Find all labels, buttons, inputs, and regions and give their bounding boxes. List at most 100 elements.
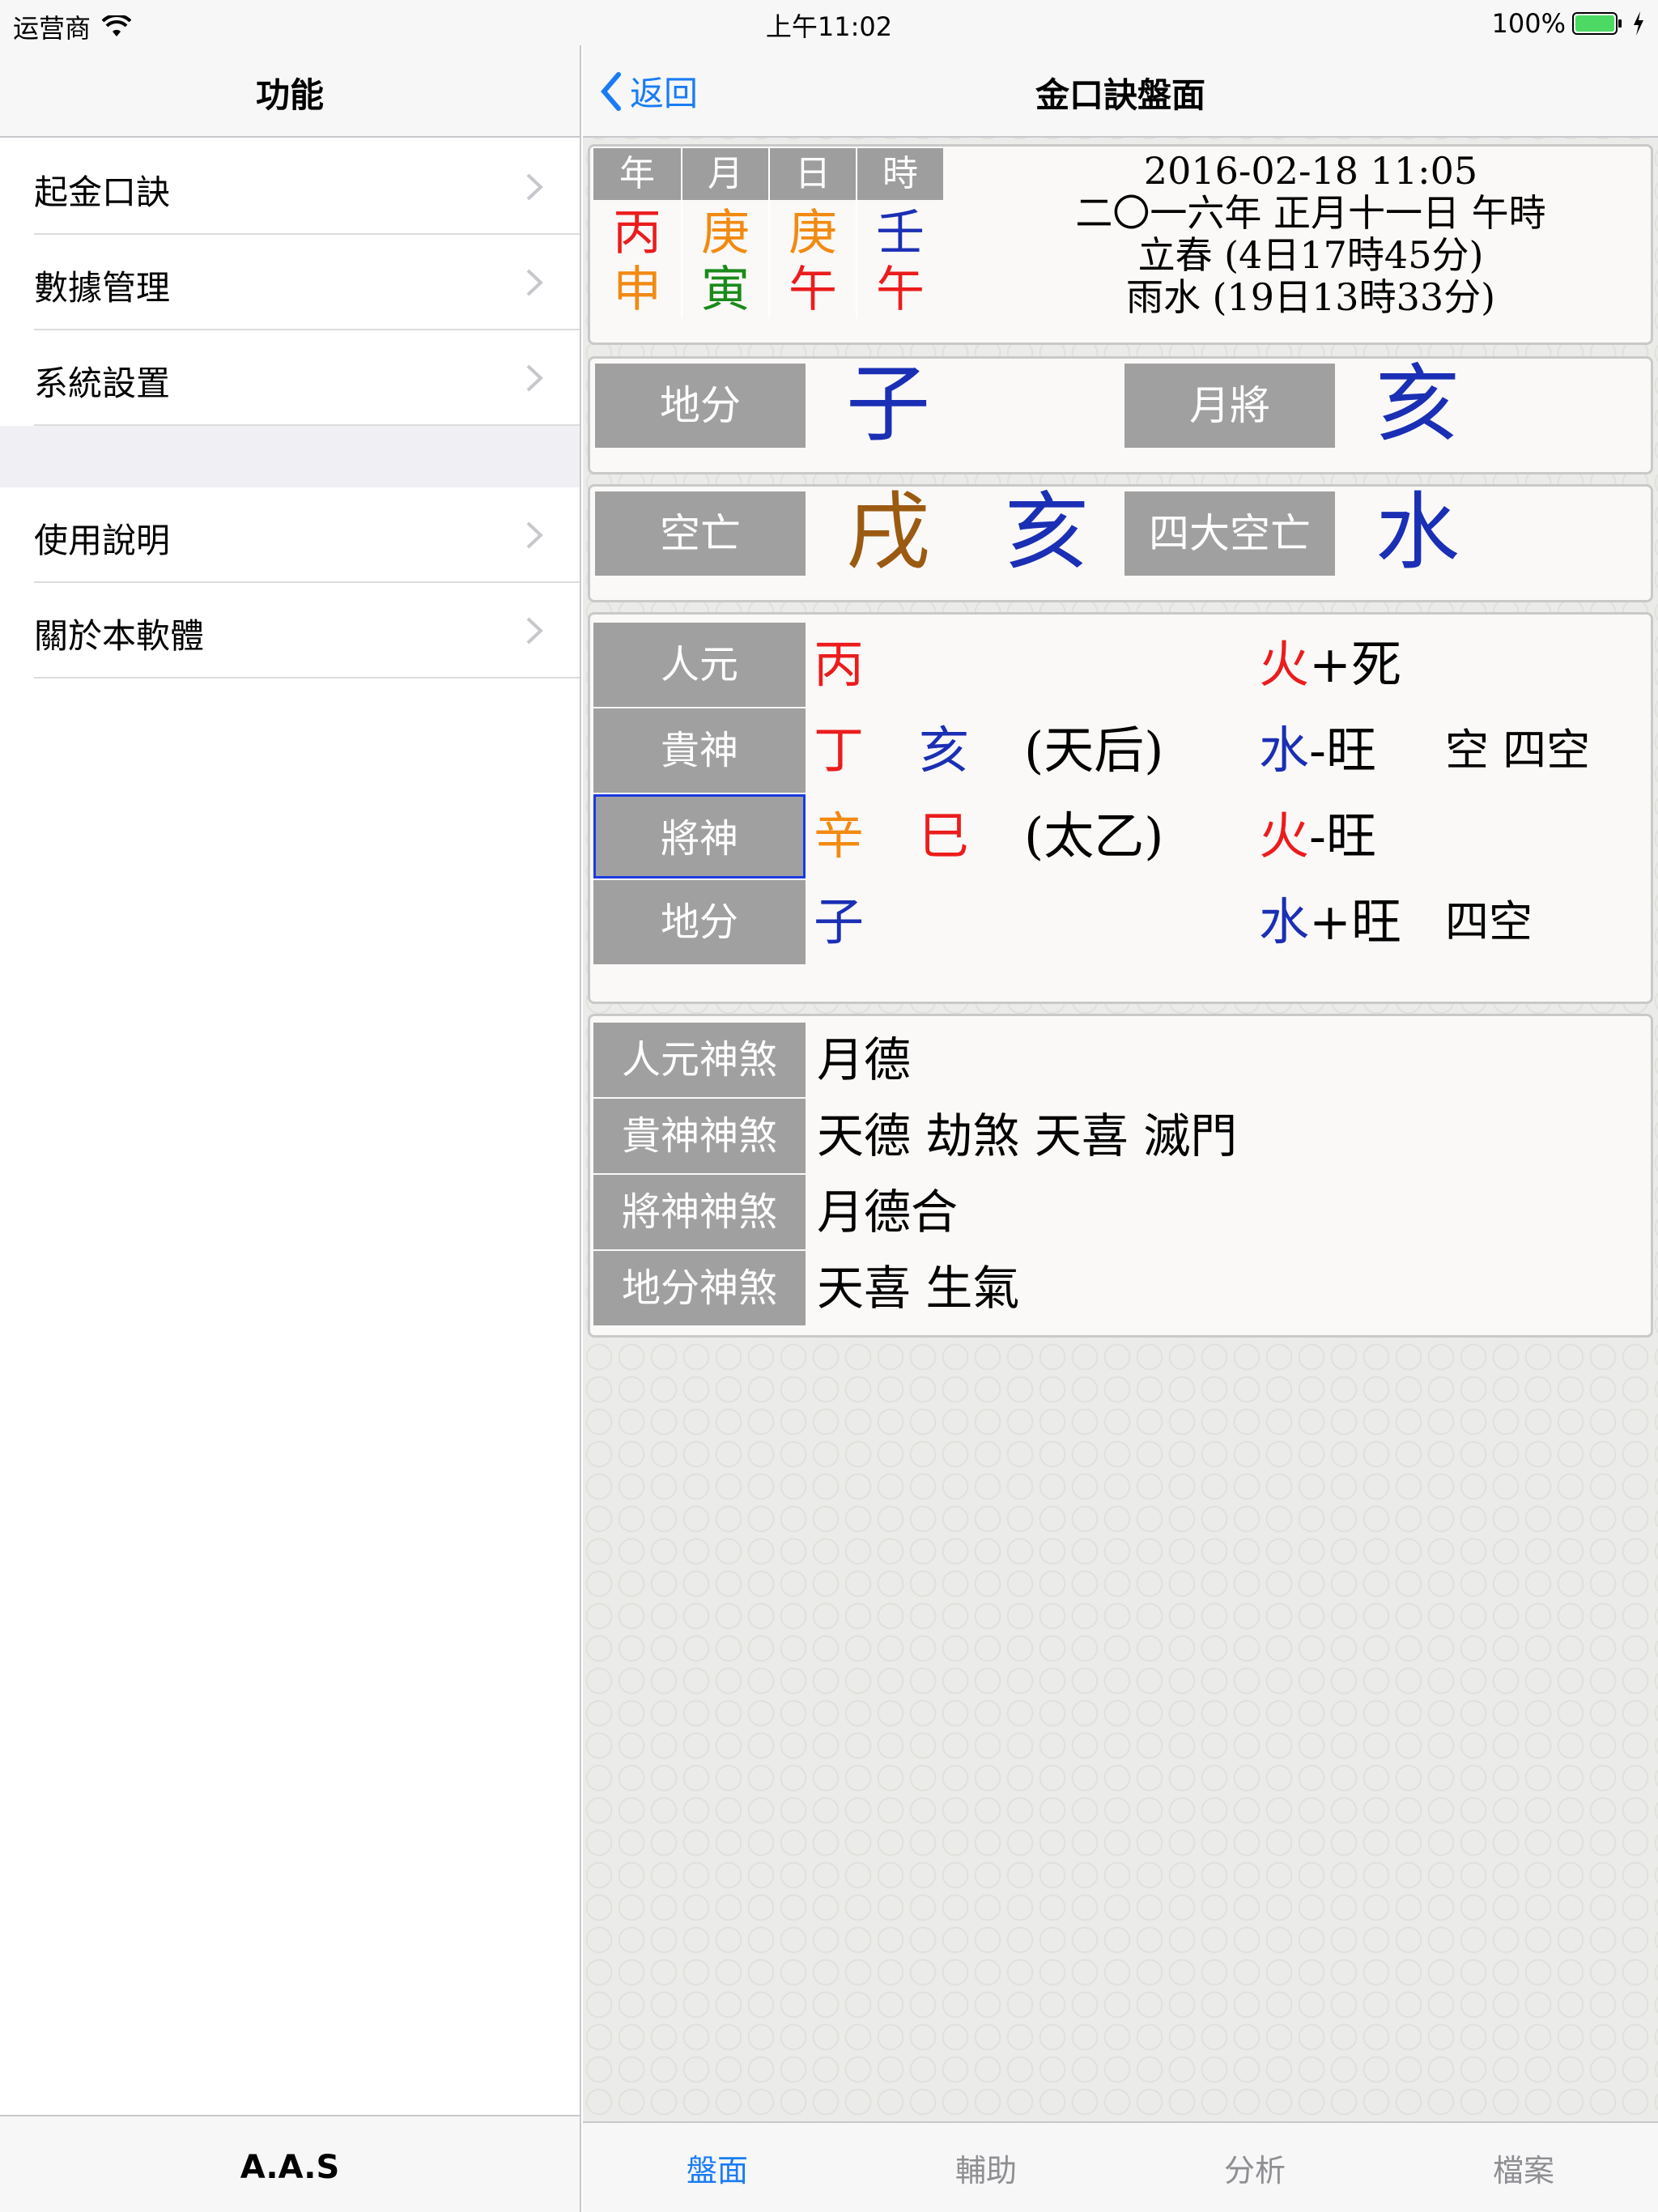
difen-label: 地分 bbox=[595, 364, 806, 448]
difen-yuejiang-panel: 地分 子 月將 亥 bbox=[588, 355, 1653, 474]
shensha-value: 天喜 生氣 bbox=[817, 1261, 1020, 1316]
tab-fuzhu[interactable]: 輔助 bbox=[852, 2146, 1120, 2190]
battery-percent: 100% bbox=[1491, 8, 1566, 39]
menu-item-label: 數據管理 bbox=[34, 268, 171, 308]
chevron-right-icon bbox=[526, 617, 543, 644]
detail-nav-bar: 返回 金口訣盤面 bbox=[583, 45, 1658, 138]
shensha-panel: 人元神煞 月德 貴神神煞 天德 劫煞 天喜 滅門 將神神煞 月德合 地分神煞 天… bbox=[588, 1014, 1653, 1338]
cell-branch: 巳 bbox=[919, 806, 970, 866]
yuejiang-label: 月將 bbox=[1124, 364, 1335, 448]
menu-group-main: 起金口訣 數據管理 系統設置 bbox=[0, 139, 580, 426]
row-label-renyuan[interactable]: 人元 bbox=[593, 623, 806, 707]
cell-stem: 丁 bbox=[814, 721, 865, 780]
menu-item-label: 使用說明 bbox=[34, 521, 171, 560]
pillar-stem: 庚 bbox=[789, 205, 837, 262]
menu-item-label: 系統設置 bbox=[34, 364, 171, 403]
menu-item-qi-jinkoujue[interactable]: 起金口訣 bbox=[34, 139, 580, 235]
cell-general: (太乙) bbox=[1024, 806, 1164, 866]
menu-item-data-management[interactable]: 數據管理 bbox=[34, 235, 580, 330]
pillar-head: 時 bbox=[857, 148, 943, 200]
status-bar: 运营商 上午11:02 100% bbox=[0, 0, 1658, 45]
solar-term-2: 雨水 (19日13時33分) bbox=[1125, 275, 1496, 319]
master-title: 功能 bbox=[255, 75, 324, 115]
element-water: 水 bbox=[1259, 721, 1310, 780]
shensha-value: 月德 bbox=[817, 1032, 912, 1087]
menu-item-system-settings[interactable]: 系統設置 bbox=[34, 330, 580, 426]
kongwang-value-1: 戌 bbox=[846, 483, 931, 581]
sign: - bbox=[1309, 721, 1326, 780]
menu-group-info: 使用說明 關於本軟體 bbox=[0, 487, 580, 678]
solar-term-1: 立春 (4日17時45分) bbox=[1137, 233, 1484, 277]
cell-branch: 亥 bbox=[919, 721, 970, 780]
shensha-label: 貴神神煞 bbox=[593, 1099, 806, 1173]
master-bottom-bar: A.A.S bbox=[0, 2115, 580, 2212]
shensha-value: 天德 劫煞 天喜 滅門 bbox=[817, 1108, 1238, 1163]
sign: + bbox=[1309, 635, 1351, 694]
sign: - bbox=[1309, 806, 1326, 866]
tab-fenxi[interactable]: 分析 bbox=[1120, 2146, 1389, 2190]
cell-branch: 子 bbox=[814, 892, 865, 951]
pillar-branch: 寅 bbox=[701, 262, 750, 318]
tab-dangan[interactable]: 檔案 bbox=[1389, 2146, 1658, 2190]
element-fire: 火 bbox=[1259, 806, 1310, 866]
four-pillars-panel: 年 丙 申 月 庚 寅 日 庚 午 時 壬 午 2016-02-18 11:05… bbox=[588, 144, 1653, 345]
state: 旺 bbox=[1350, 892, 1401, 951]
chevron-right-icon bbox=[526, 521, 543, 549]
status-right: 100% bbox=[1492, 8, 1645, 39]
kongwang-label: 空亡 bbox=[595, 491, 806, 576]
cell-element-state: 水-旺 bbox=[1259, 708, 1376, 793]
battery-icon bbox=[1572, 12, 1622, 35]
master-nav-bar: 功能 bbox=[0, 45, 580, 138]
detail-pane: 返回 金口訣盤面 年 丙 申 月 庚 寅 日 庚 午 時 壬 午 2016-02… bbox=[583, 45, 1658, 2212]
pillar-branch: 午 bbox=[876, 262, 925, 318]
menu-item-label: 關於本軟體 bbox=[34, 616, 205, 656]
yuejiang-value: 亥 bbox=[1375, 355, 1460, 453]
shensha-label: 地分神煞 bbox=[593, 1251, 806, 1325]
lesson-table-panel: 人元 丙 火+死 貴神 丁 亥 (天后) 水-旺 空 四空 將神 辛 巳 (太乙… bbox=[588, 612, 1653, 1004]
shensha-label: 將神神煞 bbox=[593, 1175, 806, 1249]
cell-element-state: 水+旺 bbox=[1259, 880, 1401, 964]
cell-stem: 辛 bbox=[814, 806, 865, 866]
kongwang-value-2: 亥 bbox=[1005, 483, 1090, 581]
pillar-stem: 壬 bbox=[876, 205, 925, 262]
kongwang-panel: 空亡 戌 亥 四大空亡 水 bbox=[588, 483, 1653, 602]
row-label-guishen[interactable]: 貴神 bbox=[593, 708, 806, 793]
shensha-value: 月德合 bbox=[817, 1185, 959, 1240]
menu-item-about[interactable]: 關於本軟體 bbox=[34, 583, 580, 678]
state: 旺 bbox=[1325, 806, 1376, 866]
charging-bolt-icon bbox=[1634, 11, 1643, 36]
state: 旺 bbox=[1325, 721, 1376, 780]
pillar-head: 年 bbox=[593, 148, 681, 200]
menu-section-gap bbox=[0, 426, 580, 487]
pillar-month: 月 庚 寅 bbox=[681, 148, 768, 318]
element-fire: 火 bbox=[1259, 635, 1310, 694]
cell-element-state: 火-旺 bbox=[1259, 794, 1376, 878]
cell-note: 空 四空 bbox=[1445, 725, 1591, 776]
row-label-jiangshen[interactable]: 將神 bbox=[593, 794, 806, 878]
pillar-branch: 申 bbox=[613, 262, 661, 318]
pillar-hour: 時 壬 午 bbox=[856, 148, 943, 318]
difen-value: 子 bbox=[846, 355, 931, 453]
cell-note: 四空 bbox=[1445, 896, 1533, 947]
sida-kongwang-value: 水 bbox=[1375, 483, 1460, 581]
cell-element-state: 火+死 bbox=[1259, 623, 1401, 707]
row-label-difen[interactable]: 地分 bbox=[593, 880, 806, 964]
tab-bar: 盤面 輔助 分析 檔案 bbox=[583, 2121, 1658, 2212]
detail-title: 金口訣盤面 bbox=[1035, 75, 1205, 115]
status-time: 上午11:02 bbox=[765, 11, 893, 42]
pillar-day: 日 庚 午 bbox=[768, 148, 856, 318]
chevron-right-icon bbox=[526, 173, 543, 201]
chevron-right-icon bbox=[526, 269, 543, 296]
menu-item-label: 起金口訣 bbox=[34, 172, 171, 212]
menu-item-instructions[interactable]: 使用說明 bbox=[34, 487, 580, 583]
app-name-label: A.A.S bbox=[240, 2149, 340, 2186]
tab-panmian[interactable]: 盤面 bbox=[583, 2146, 852, 2190]
date-info: 2016-02-18 11:05 二〇一六年 正月十一日 午時 立春 (4日17… bbox=[1027, 150, 1594, 318]
cell-general: (天后) bbox=[1024, 721, 1164, 780]
date-lunar: 二〇一六年 正月十一日 午時 bbox=[1075, 191, 1546, 235]
date-gregorian: 2016-02-18 11:05 bbox=[1143, 149, 1478, 193]
cell-stem: 丙 bbox=[814, 635, 865, 694]
element-water: 水 bbox=[1259, 892, 1310, 951]
pillar-head: 月 bbox=[682, 148, 768, 200]
pillar-branch: 午 bbox=[789, 262, 837, 318]
